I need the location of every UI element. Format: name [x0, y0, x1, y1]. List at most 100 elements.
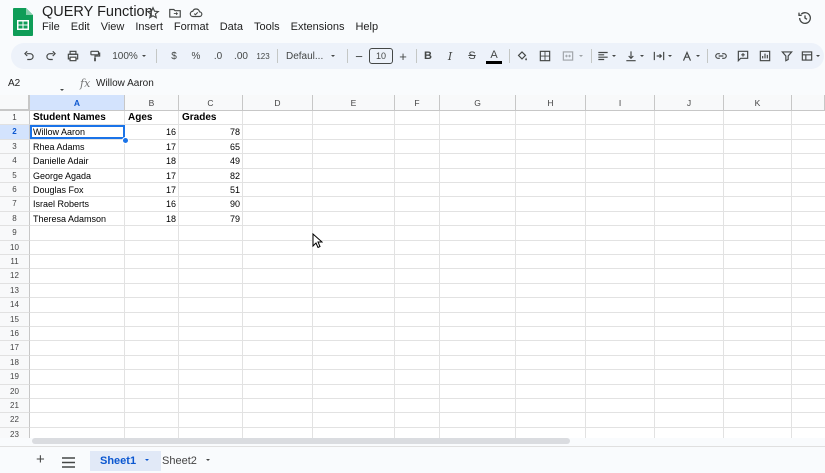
data-cell[interactable]: 17 [125, 140, 176, 154]
formula-input[interactable]: Willow Aaron [96, 78, 154, 89]
row-header-23[interactable]: 23 [0, 427, 30, 438]
fill-color-icon[interactable] [514, 48, 530, 64]
column-header-h[interactable]: H [516, 95, 586, 111]
table-view-icon[interactable] [799, 48, 815, 64]
chevron-down-icon[interactable] [694, 48, 702, 64]
move-folder-icon[interactable] [168, 6, 182, 20]
chevron-down-icon[interactable] [638, 48, 646, 64]
data-cell[interactable]: Rhea Adams [33, 140, 85, 154]
row-header-5[interactable]: 5 [0, 168, 30, 183]
increase-font-size-icon[interactable]: + [397, 48, 409, 64]
data-cell[interactable]: 79 [179, 212, 240, 226]
print-icon[interactable] [65, 48, 81, 64]
star-icon[interactable] [146, 6, 160, 20]
data-cell[interactable]: 16 [125, 125, 176, 139]
menu-view[interactable]: View [101, 21, 125, 33]
data-cell[interactable]: 16 [125, 197, 176, 211]
row-header-17[interactable]: 17 [0, 341, 30, 356]
menu-data[interactable]: Data [220, 21, 243, 33]
data-cell[interactable]: Douglas Fox [33, 183, 84, 197]
add-sheet-button[interactable]: + [36, 451, 45, 468]
data-cell[interactable]: 90 [179, 197, 240, 211]
row-header-15[interactable]: 15 [0, 312, 30, 327]
data-cell[interactable]: 17 [125, 183, 176, 197]
chevron-down-icon[interactable] [610, 48, 618, 64]
bold-button[interactable]: B [422, 48, 434, 64]
row-header-9[interactable]: 9 [0, 226, 30, 241]
menu-help[interactable]: Help [355, 21, 378, 33]
row-header-22[interactable]: 22 [0, 413, 30, 428]
menu-file[interactable]: File [42, 21, 60, 33]
text-color-button[interactable]: A [486, 48, 502, 64]
merge-cells-icon[interactable] [560, 48, 576, 64]
row-header-8[interactable]: 8 [0, 211, 30, 227]
data-cell[interactable]: 17 [125, 169, 176, 183]
insert-chart-icon[interactable] [757, 48, 773, 64]
sheet-tab-sheet2[interactable]: Sheet2 [152, 451, 222, 471]
selected-cell-outline[interactable] [30, 125, 125, 139]
increase-decimal-button[interactable]: .00 [232, 48, 250, 64]
name-box[interactable]: A2 [8, 78, 20, 89]
chevron-down-icon[interactable] [814, 48, 822, 64]
font-family-select[interactable]: Defaul... [286, 48, 326, 64]
column-header-f[interactable]: F [395, 95, 440, 111]
header-cell[interactable]: Grades [182, 111, 216, 125]
spreadsheet-grid[interactable]: A B C D E F G H I J K 1 2 3 4 5 6 7 8 9 10 11 12 13 14 15 16 17 18 19… [0, 95, 825, 438]
chevron-down-icon[interactable] [666, 48, 674, 64]
row-header-3[interactable]: 3 [0, 139, 30, 155]
column-header-a[interactable]: A [30, 95, 125, 111]
chevron-down-icon[interactable] [143, 456, 151, 464]
fill-handle[interactable] [122, 137, 129, 144]
row-header-18[interactable]: 18 [0, 355, 30, 371]
data-cell[interactable]: 51 [179, 183, 240, 197]
chevron-down-icon[interactable] [204, 456, 212, 464]
sheet-tab-sheet1[interactable]: Sheet1 [90, 451, 162, 471]
data-cell[interactable]: Israel Roberts [33, 197, 89, 211]
menu-extensions[interactable]: Extensions [291, 21, 345, 33]
filter-icon[interactable] [779, 48, 795, 64]
zoom-select[interactable]: 100% [111, 48, 139, 64]
column-header-j[interactable]: J [655, 95, 724, 111]
strikethrough-button[interactable]: S [466, 48, 478, 64]
currency-format-button[interactable]: $ [168, 48, 180, 64]
text-rotation-icon[interactable] [680, 48, 694, 64]
row-header-1[interactable]: 1 [0, 111, 30, 126]
column-header-i[interactable]: I [586, 95, 655, 111]
data-cell[interactable]: 78 [179, 125, 240, 139]
column-header-d[interactable]: D [243, 95, 313, 111]
row-header-10[interactable]: 10 [0, 240, 30, 255]
version-history-icon[interactable] [797, 10, 813, 26]
cloud-saved-icon[interactable] [189, 6, 203, 20]
text-wrapping-icon[interactable] [652, 48, 666, 64]
column-header-b[interactable]: B [125, 95, 179, 111]
percent-format-button[interactable]: % [190, 48, 202, 64]
data-cell[interactable]: Danielle Adair [33, 154, 89, 168]
menu-format[interactable]: Format [174, 21, 209, 33]
header-cell[interactable]: Ages [128, 111, 152, 125]
select-all-corner[interactable] [0, 95, 30, 111]
data-cell[interactable]: 65 [179, 140, 240, 154]
number-format-button[interactable]: 123 [254, 48, 272, 64]
menu-tools[interactable]: Tools [254, 21, 280, 33]
borders-icon[interactable] [537, 48, 553, 64]
column-header-g[interactable]: G [440, 95, 516, 111]
insert-link-icon[interactable] [713, 48, 729, 64]
undo-icon[interactable] [21, 48, 37, 64]
data-cell[interactable]: 18 [125, 212, 176, 226]
row-header-6[interactable]: 6 [0, 183, 30, 198]
row-header-11[interactable]: 11 [0, 255, 30, 270]
all-sheets-menu-icon[interactable] [62, 455, 75, 473]
menu-edit[interactable]: Edit [71, 21, 90, 33]
horizontal-align-icon[interactable] [596, 48, 610, 64]
row-header-7[interactable]: 7 [0, 197, 30, 212]
data-cell[interactable]: 82 [179, 169, 240, 183]
row-header-13[interactable]: 13 [0, 283, 30, 299]
italic-button[interactable]: I [444, 48, 456, 64]
data-cell[interactable]: 18 [125, 154, 176, 168]
redo-icon[interactable] [43, 48, 59, 64]
decrease-decimal-button[interactable]: .0 [210, 48, 226, 64]
chevron-down-icon[interactable] [140, 48, 148, 64]
chevron-down-icon[interactable] [329, 48, 337, 64]
font-size-input[interactable]: 10 [369, 48, 393, 64]
menu-insert[interactable]: Insert [135, 21, 163, 33]
